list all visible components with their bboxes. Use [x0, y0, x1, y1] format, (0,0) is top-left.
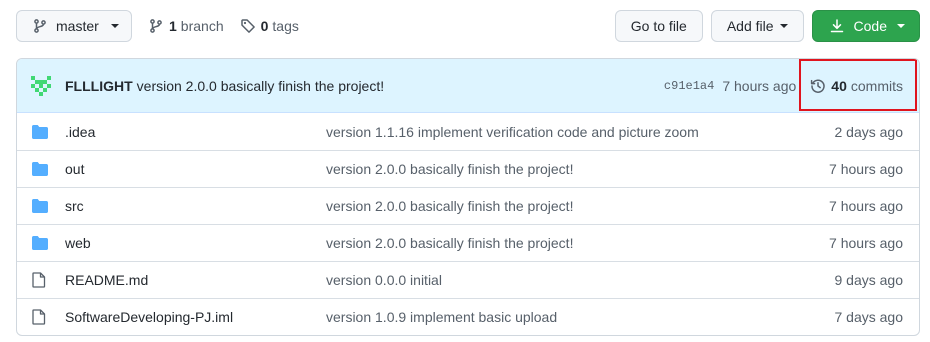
- file-name-link[interactable]: src: [65, 198, 326, 214]
- file-row[interactable]: web version 2.0.0 basically finish the pr…: [17, 224, 919, 261]
- git-branch-icon: [148, 18, 169, 34]
- commit-details: c91e1a4 7 hours ago 40 commits: [664, 61, 903, 111]
- code-label: Code: [853, 18, 887, 34]
- file-commit-age: 2 days ago: [834, 123, 904, 140]
- file-row[interactable]: src version 2.0.0 basically finish the pr…: [17, 187, 919, 224]
- file-row[interactable]: README.md version 0.0.0 initial 9 days ago: [17, 261, 919, 298]
- file-name-link[interactable]: SoftwareDeveloping-PJ.iml: [65, 309, 326, 325]
- commits-label: commits: [850, 77, 903, 94]
- commit-time: 7 hours ago: [722, 77, 797, 94]
- file-name-link[interactable]: README.md: [65, 272, 326, 288]
- branch-count: 1: [169, 18, 177, 34]
- branch-name: master: [56, 18, 99, 34]
- file-icon: [32, 272, 50, 288]
- go-to-file-label: Go to file: [630, 18, 687, 34]
- repo-toolbar: master 1 branch 0 tags Go to file Add fi…: [16, 10, 920, 42]
- file-name-link[interactable]: out: [65, 161, 326, 177]
- chevron-down-icon: [897, 24, 905, 28]
- file-row[interactable]: SoftwareDeveloping-PJ.iml version 1.0.9 i…: [17, 298, 919, 335]
- file-row[interactable]: out version 2.0.0 basically finish the pr…: [17, 150, 919, 187]
- file-commit-age: 7 hours ago: [829, 198, 903, 214]
- commit-author[interactable]: FLLLIGHT: [65, 78, 133, 94]
- file-commit-message-link[interactable]: version 2.0.0 basically finish the proje…: [326, 235, 573, 251]
- file-browser: FLLLIGHT version 2.0.0 basically finish …: [16, 58, 920, 336]
- file-commit-message-link[interactable]: version 2.0.0 basically finish the proje…: [326, 198, 573, 214]
- file-commit-age: 7 hours ago: [829, 235, 903, 251]
- chevron-down-icon: [779, 24, 788, 28]
- branch-label: branch: [180, 18, 224, 34]
- avatar[interactable]: [31, 75, 51, 96]
- folder-icon: [32, 161, 50, 177]
- folder-icon: [32, 198, 50, 214]
- folder-icon: [32, 235, 50, 251]
- history-icon: [810, 78, 826, 94]
- code-button[interactable]: Code: [811, 10, 920, 42]
- file-list: .idea version 1.1.16 implement verificati…: [17, 113, 919, 335]
- file-icon: [32, 309, 50, 325]
- tag-icon: [240, 18, 261, 34]
- download-icon: [829, 18, 845, 34]
- add-file-label: Add file: [726, 18, 774, 34]
- chevron-down-icon: [110, 24, 119, 28]
- file-commit-message-link[interactable]: version 2.0.0 basically finish the proje…: [326, 161, 573, 177]
- commit-sha[interactable]: c91e1a4: [664, 79, 714, 93]
- file-row[interactable]: .idea version 1.1.16 implement verificati…: [17, 113, 919, 150]
- tag-count: 0: [260, 18, 269, 34]
- git-branch-icon: [32, 18, 48, 34]
- toolbar-actions: Go to file Add file Code: [607, 10, 920, 42]
- file-commit-message-link[interactable]: version 1.1.16 implement verification co…: [326, 124, 699, 140]
- commits-count: 40: [831, 77, 847, 94]
- branch-select-button[interactable]: master: [16, 10, 132, 42]
- file-commit-age: 7 days ago: [834, 309, 904, 325]
- go-to-file-button[interactable]: Go to file: [614, 10, 703, 42]
- commit-message[interactable]: version 2.0.0 basically finish the proje…: [137, 78, 384, 94]
- commits-link[interactable]: 40 commits: [810, 61, 903, 111]
- folder-icon: [32, 124, 50, 140]
- tag-label: tags: [272, 18, 299, 34]
- file-name-link[interactable]: web: [65, 235, 326, 251]
- file-commit-age: 7 hours ago: [829, 161, 903, 177]
- branches-link[interactable]: 1 branch: [148, 18, 224, 34]
- latest-commit-bar: FLLLIGHT version 2.0.0 basically finish …: [17, 59, 919, 113]
- file-name-link[interactable]: .idea: [65, 124, 326, 140]
- file-commit-message-link[interactable]: version 1.0.9 implement basic upload: [326, 309, 557, 325]
- file-commit-message-link[interactable]: version 0.0.0 initial: [326, 272, 442, 288]
- tags-link[interactable]: 0 tags: [240, 18, 299, 34]
- add-file-button[interactable]: Add file: [710, 10, 804, 42]
- file-commit-age: 9 days ago: [834, 272, 904, 288]
